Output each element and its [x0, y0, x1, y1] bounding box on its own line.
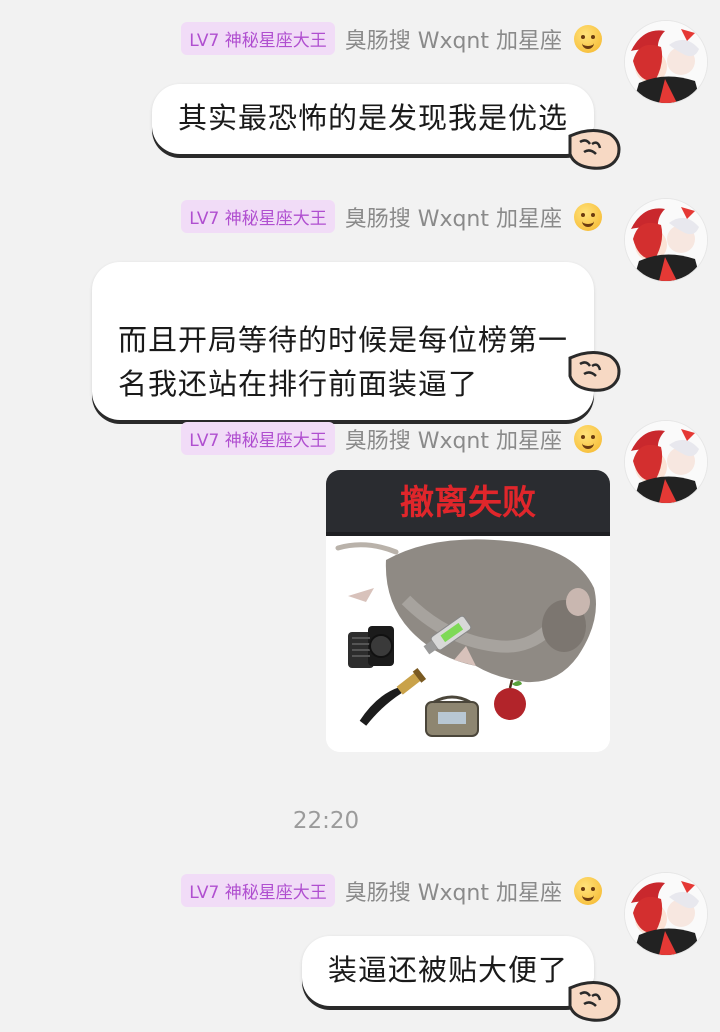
sender-nickname[interactable]: 臭肠搜 Wxqnt 加星座	[345, 201, 562, 233]
avatar[interactable]	[624, 20, 708, 104]
message-header: LV7 神秘星座大王 臭肠搜 Wxqnt 加星座	[181, 874, 602, 907]
hand-bubble-icon	[568, 981, 621, 1022]
smiling-face-emoji-icon	[574, 876, 602, 905]
chat-timestamp: 22:20	[292, 808, 360, 834]
sender-nickname[interactable]: 臭肠搜 Wxqnt 加星座	[345, 875, 562, 907]
message-text: 而且开局等待的时候是每位榜第一 名我还站在排行前面装逼了	[117, 323, 568, 401]
sender-nickname[interactable]: 臭肠搜 Wxqnt 加星座	[345, 23, 562, 55]
avatar[interactable]	[624, 872, 708, 956]
level-badge[interactable]: LV7 神秘星座大王	[181, 874, 335, 907]
message-bubble[interactable]: 其实最恐怖的是发现我是优选	[151, 84, 594, 154]
level-badge[interactable]: LV7 神秘星座大王	[181, 200, 335, 233]
message-bubble[interactable]: 而且开局等待的时候是每位榜第一 名我还站在排行前面装逼了	[91, 262, 594, 420]
smiling-face-emoji-icon	[574, 424, 602, 453]
image-message[interactable]: 撤离失败	[326, 470, 610, 752]
sender-nickname[interactable]: 臭肠搜 Wxqnt 加星座	[345, 423, 562, 455]
level-badge[interactable]: LV7 神秘星座大王	[181, 22, 335, 55]
message-text: 装逼还被贴大便了	[327, 953, 568, 987]
image-banner-text: 撤离失败	[400, 483, 536, 523]
message-header: LV7 神秘星座大王 臭肠搜 Wxqnt 加星座	[181, 200, 602, 233]
avatar[interactable]	[624, 198, 708, 282]
message-header: LV7 神秘星座大王 臭肠搜 Wxqnt 加星座	[181, 22, 602, 55]
message-header: LV7 神秘星座大王 臭肠搜 Wxqnt 加星座	[181, 422, 602, 455]
message-bubble[interactable]: 装逼还被贴大便了	[301, 936, 594, 1006]
hand-bubble-icon	[568, 129, 621, 170]
smiling-face-emoji-icon	[574, 24, 602, 53]
message-text: 其实最恐怖的是发现我是优选	[177, 101, 568, 135]
hand-bubble-icon	[568, 351, 621, 392]
avatar[interactable]	[624, 420, 708, 504]
smiling-face-emoji-icon	[574, 202, 602, 231]
level-badge[interactable]: LV7 神秘星座大王	[181, 422, 335, 455]
